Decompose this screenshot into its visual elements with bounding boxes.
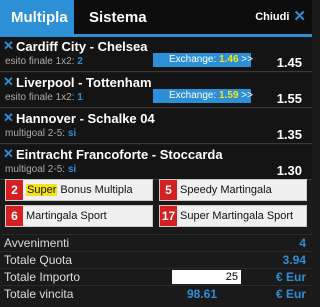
bet-odd: 1.45 [276, 55, 302, 70]
promo-speedy-martingala[interactable]: 5 Speedy Martingala [159, 179, 307, 201]
bet-row: ✕ Cardiff City - Chelsea esito finale 1x… [0, 37, 312, 72]
bet-odd: 1.55 [276, 91, 302, 106]
remove-bet-icon[interactable]: ✕ [3, 111, 14, 124]
tab-multipla[interactable]: Multipla [0, 0, 74, 34]
close-label: Chiudi [255, 10, 290, 23]
tab-multipla-label: Multipla [11, 9, 68, 26]
promo-label: Speedy Martingala [180, 184, 272, 196]
promo-super-martingala-sport[interactable]: 17 Super Martingala Sport [159, 205, 307, 227]
promo-martingala-sport[interactable]: 6 Martingala Sport [5, 205, 153, 227]
bet-market: multigoal 2-5: si [5, 164, 77, 175]
bet-market: esito finale 1x2: 1 [5, 92, 83, 103]
stake-input[interactable] [172, 270, 241, 284]
exchange-button[interactable]: Exchange: 1.59 >> [153, 89, 253, 103]
exchange-button[interactable]: Exchange: 1.46 >> [153, 53, 253, 67]
match-name: Cardiff City - Chelsea [16, 39, 148, 54]
promo-label: Super Bonus Multipla [26, 184, 133, 196]
bet-market: esito finale 1x2: 2 [5, 56, 83, 67]
bet-odd: 1.30 [276, 163, 302, 178]
promo-super-bonus-multipla[interactable]: 2 Super Bonus Multipla [5, 179, 153, 201]
close-button[interactable]: Chiudi ✕ [255, 9, 306, 24]
promo-badge: 6 [6, 206, 23, 226]
bet-market: multigoal 2-5: si [5, 128, 77, 139]
betslip-tabs: Multipla Sistema Chiudi ✕ [0, 0, 312, 34]
bet-odd: 1.35 [276, 127, 302, 142]
promo-badge: 5 [160, 180, 177, 200]
bet-row: ✕ Hannover - Schalke 04 multigoal 2-5: s… [0, 109, 312, 144]
summary-totale-quota: Totale Quota 3.94 [0, 251, 312, 268]
summary-avvenimenti: Avvenimenti 4 [0, 234, 312, 251]
remove-bet-icon[interactable]: ✕ [3, 75, 14, 88]
promo-badge: 2 [6, 180, 23, 200]
remove-bet-icon[interactable]: ✕ [3, 39, 14, 52]
promo-badge: 17 [160, 206, 177, 226]
summary-totale-vincita: Totale vincita 98.61 € Eur [0, 285, 312, 302]
vincita-value: 98.61 [186, 287, 217, 301]
close-icon: ✕ [293, 8, 306, 25]
promo-label: Super Martingala Sport [180, 210, 294, 222]
bet-row: ✕ Eintracht Francoforte - Stoccarda mult… [0, 145, 312, 180]
promo-label: Martingala Sport [26, 210, 107, 222]
bet-row: ✕ Liverpool - Tottenham esito finale 1x2… [0, 73, 312, 108]
match-name: Liverpool - Tottenham [16, 75, 152, 90]
summary-totale-importo: Totale Importo € Eur [0, 268, 312, 285]
remove-bet-icon[interactable]: ✕ [3, 147, 14, 160]
match-name: Hannover - Schalke 04 [16, 111, 155, 126]
match-name: Eintracht Francoforte - Stoccarda [16, 147, 223, 162]
tab-sistema[interactable]: Sistema [89, 9, 147, 26]
